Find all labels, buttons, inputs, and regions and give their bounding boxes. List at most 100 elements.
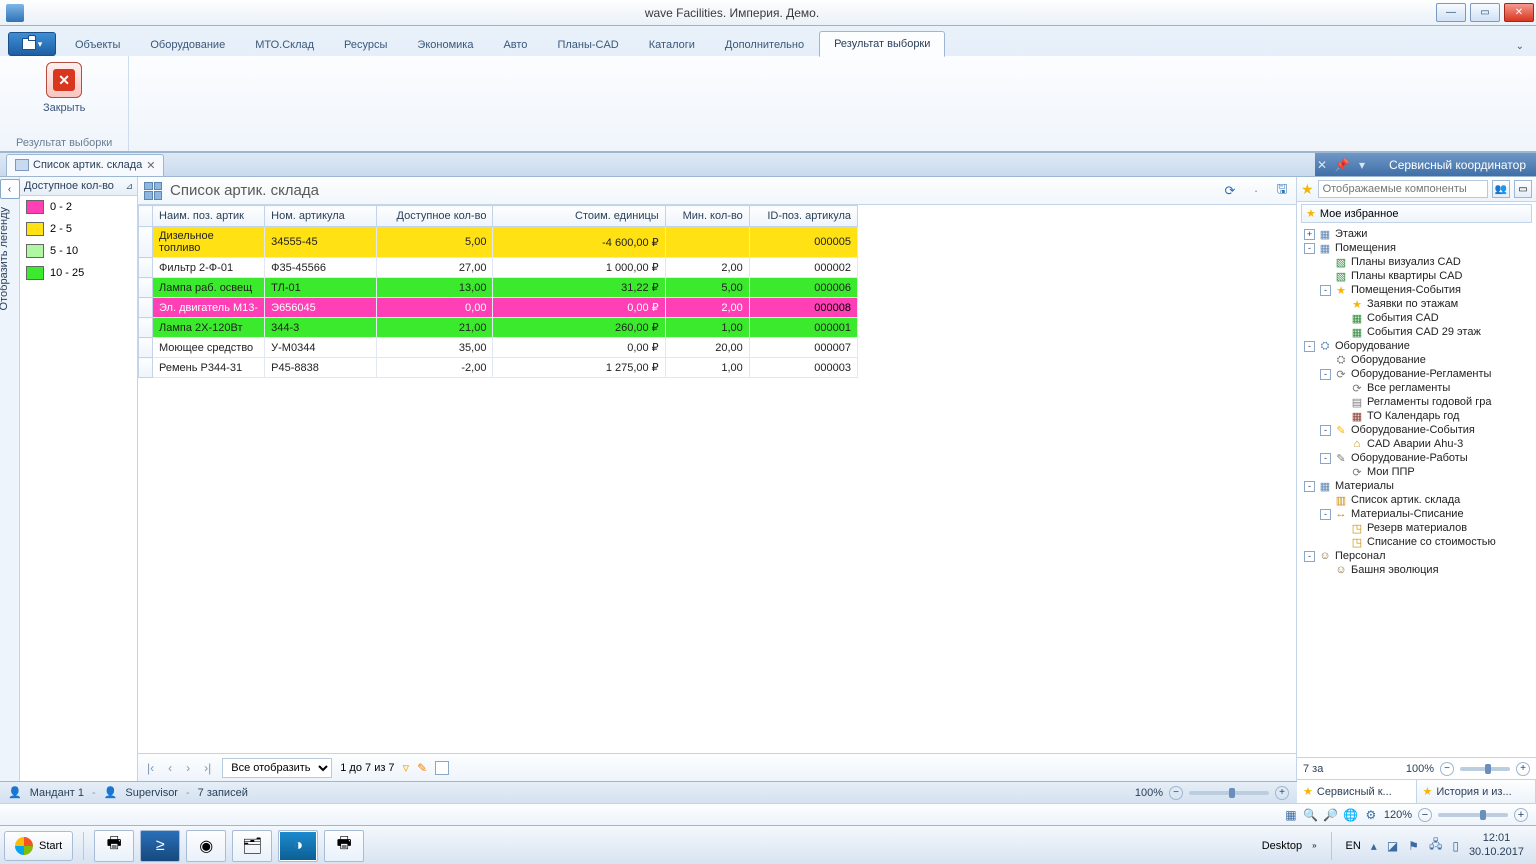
- tree[interactable]: +▦Этажи-▦Помещения▧Планы визуализ CAD▧Пл…: [1297, 225, 1536, 757]
- ribbon-collapse-button[interactable]: ⌄: [1512, 37, 1528, 56]
- table-row[interactable]: Фильтр 2-Ф-01Ф35-4556627,001 000,00 ₽2,0…: [139, 258, 858, 278]
- tree-item[interactable]: -▦Помещения: [1299, 241, 1536, 255]
- tree-item[interactable]: ▥Список артик. склада: [1299, 493, 1536, 507]
- column-header[interactable]: Мин. кол-во: [665, 206, 749, 227]
- doc-tab-close-icon[interactable]: ✕: [146, 159, 155, 172]
- maximize-button[interactable]: ▭: [1470, 3, 1500, 22]
- panel-close-icon[interactable]: ✕: [1315, 158, 1329, 172]
- ribbon-tab[interactable]: Дополнительно: [710, 32, 819, 57]
- file-menu-button[interactable]: ▾: [8, 32, 56, 56]
- tree-item[interactable]: -⟳Оборудование-Регламенты: [1299, 367, 1536, 381]
- pin-icon[interactable]: 📌: [1335, 158, 1349, 172]
- document-tab[interactable]: Список артик. склада ✕: [6, 154, 164, 176]
- options-icon[interactable]: [435, 761, 449, 775]
- row-handle[interactable]: [139, 278, 153, 298]
- ribbon-tab[interactable]: Каталоги: [634, 32, 710, 57]
- prev-page-button[interactable]: ‹: [165, 761, 175, 775]
- tree-item[interactable]: ★Заявки по этажам: [1299, 297, 1536, 311]
- collapse-icon[interactable]: -: [1304, 243, 1315, 254]
- search-icon[interactable]: 🔍: [1304, 808, 1318, 822]
- tree-item[interactable]: ☺Башня эволюция: [1299, 563, 1536, 577]
- tree-item[interactable]: -⛭Оборудование: [1299, 339, 1536, 353]
- clock[interactable]: 12:01 30.10.2017: [1469, 832, 1524, 858]
- layout-icon[interactable]: ▦: [1284, 808, 1298, 822]
- tree-item[interactable]: ◳Резерв материалов: [1299, 521, 1536, 535]
- tree-item[interactable]: ▦События CAD 29 этаж: [1299, 325, 1536, 339]
- column-header[interactable]: ID-поз. артикула: [749, 206, 857, 227]
- row-handle[interactable]: [139, 298, 153, 318]
- taskbar-explorer-icon[interactable]: 🗂: [232, 830, 272, 862]
- row-selector-header[interactable]: [139, 206, 153, 227]
- tree-item[interactable]: -✎Оборудование-Работы: [1299, 451, 1536, 465]
- start-button[interactable]: Start: [4, 831, 73, 861]
- people-icon[interactable]: 👥: [1492, 180, 1510, 198]
- taskbar-powershell-icon[interactable]: ≥: [140, 830, 180, 862]
- taskbar-scanner-icon[interactable]: 🖶: [324, 830, 364, 862]
- taskbar-app-icon[interactable]: ◑: [278, 830, 318, 862]
- collapse-icon[interactable]: -: [1304, 341, 1315, 352]
- tray-shield-icon[interactable]: ◪: [1387, 839, 1398, 853]
- zoom-out-button[interactable]: −: [1418, 808, 1432, 822]
- tree-item[interactable]: -★Помещения-События: [1299, 283, 1536, 297]
- tree-item[interactable]: ▧Планы квартиры CAD: [1299, 269, 1536, 283]
- table-row[interactable]: Лампа раб. освещТЛ-0113,0031,22 ₽5,00000…: [139, 278, 858, 298]
- collapse-icon[interactable]: -: [1304, 551, 1315, 562]
- tree-item[interactable]: ⌂CAD Аварии Ahu-3: [1299, 437, 1536, 451]
- collapse-icon[interactable]: -: [1320, 425, 1331, 436]
- collapse-icon[interactable]: -: [1304, 481, 1315, 492]
- first-page-button[interactable]: |‹: [144, 761, 157, 775]
- menu-dot-icon[interactable]: ·: [1248, 183, 1264, 199]
- next-page-button[interactable]: ›: [183, 761, 193, 775]
- tree-item[interactable]: -↔Материалы-Списание: [1299, 507, 1536, 521]
- last-page-button[interactable]: ›|: [201, 761, 214, 775]
- close-result-button[interactable]: ✕: [46, 62, 82, 98]
- tree-item[interactable]: ⟳Все регламенты: [1299, 381, 1536, 395]
- filter-icon[interactable]: ▿: [403, 760, 410, 776]
- table-row[interactable]: Ремень Р344-31Р45-8838-2,001 275,00 ₽1,0…: [139, 358, 858, 378]
- tree-item[interactable]: -▦Материалы: [1299, 479, 1536, 493]
- chevron-down-icon[interactable]: ▾: [1355, 158, 1369, 172]
- taskbar-printer-icon[interactable]: 🖶: [94, 830, 134, 862]
- column-header[interactable]: Ном. артикула: [265, 206, 377, 227]
- row-handle[interactable]: [139, 227, 153, 258]
- favorites-header[interactable]: ★ Мое избранное: [1301, 204, 1532, 223]
- globe-icon[interactable]: 🌐: [1344, 808, 1358, 822]
- tree-item[interactable]: -☺Персонал: [1299, 549, 1536, 563]
- tree-item[interactable]: ⟳Мои ППР: [1299, 465, 1536, 479]
- column-header[interactable]: Стоим. единицы: [493, 206, 665, 227]
- row-handle[interactable]: [139, 258, 153, 278]
- zoom-slider[interactable]: [1189, 791, 1269, 795]
- zoom-out-button[interactable]: −: [1169, 786, 1183, 800]
- ribbon-tab[interactable]: Авто: [488, 32, 542, 57]
- zoom-icon[interactable]: 🔎: [1324, 808, 1338, 822]
- ribbon-tab[interactable]: Объекты: [60, 32, 135, 57]
- tray-expand-icon[interactable]: »: [1312, 841, 1316, 850]
- tree-item[interactable]: ▦События CAD: [1299, 311, 1536, 325]
- collapse-icon[interactable]: -: [1320, 285, 1331, 296]
- show-all-select[interactable]: Все отобразить: [222, 758, 332, 778]
- zoom-slider[interactable]: [1460, 767, 1510, 771]
- legend-toggle[interactable]: ‹ Отобразить легенду: [0, 177, 20, 781]
- table-row[interactable]: Эл. двигатель М13-Э6560450,000,00 ₽2,000…: [139, 298, 858, 318]
- ribbon-tab[interactable]: Оборудование: [135, 32, 240, 57]
- desktop-label[interactable]: Desktop: [1262, 840, 1302, 852]
- taskbar-chrome-icon[interactable]: ◉: [186, 830, 226, 862]
- chevron-down-icon[interactable]: ⊿: [125, 181, 133, 192]
- tray-network-icon[interactable]: 🖧: [1429, 835, 1442, 856]
- card-icon[interactable]: ▭: [1514, 180, 1532, 198]
- zoom-in-button[interactable]: +: [1275, 786, 1289, 800]
- table-scroll[interactable]: Наим. поз. артикНом. артикулаДоступное к…: [138, 205, 1296, 753]
- tree-item[interactable]: -✎Оборудование-События: [1299, 423, 1536, 437]
- ribbon-tab[interactable]: Экономика: [402, 32, 488, 57]
- chevron-left-icon[interactable]: ‹: [0, 179, 20, 199]
- minimize-button[interactable]: —: [1436, 3, 1466, 22]
- collapse-icon[interactable]: -: [1320, 509, 1331, 520]
- export-icon[interactable]: 🖫: [1274, 183, 1290, 199]
- collapse-icon[interactable]: -: [1320, 369, 1331, 380]
- sidebar-search-input[interactable]: [1318, 180, 1488, 198]
- sidebar-tab-service[interactable]: ★Сервисный к...: [1297, 780, 1417, 803]
- column-header[interactable]: Наим. поз. артик: [153, 206, 265, 227]
- row-handle[interactable]: [139, 318, 153, 338]
- settings-icon[interactable]: ⚙: [1364, 808, 1378, 822]
- close-button[interactable]: ✕: [1504, 3, 1534, 22]
